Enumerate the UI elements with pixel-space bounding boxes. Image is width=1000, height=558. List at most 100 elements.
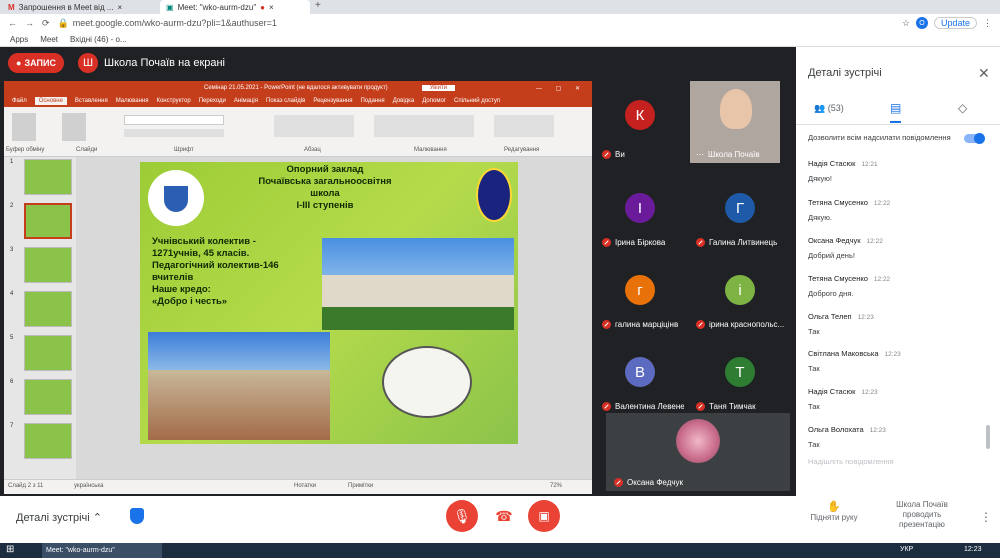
recording-button[interactable]: ● ЗАПИС [8,53,64,73]
browser-tab-invitation[interactable]: M Запрошення в Meet від ... × [2,0,157,14]
paste-icon[interactable] [12,113,36,141]
tab-people[interactable]: 👥 (53) [814,103,844,114]
slide-body-line: вчителів [152,272,194,283]
message-time: 12:23 [861,389,878,396]
chat-message: Світлана Маковська 12:23 Так [808,343,978,373]
participant-tile[interactable]: В Валентина Левене... [596,343,684,415]
star-icon[interactable]: ☆ [902,18,910,29]
update-button[interactable]: Update [933,17,977,29]
participant-tile-self[interactable]: К Ви [596,81,684,163]
comments-button[interactable]: Примітки [348,483,373,489]
ribbon-tab-view[interactable]: Подання [360,98,384,104]
ribbon-tab-share[interactable]: Спільний доступ [454,98,500,104]
close-icon[interactable]: × [118,3,123,12]
camera-toggle-button[interactable]: ▣ [528,500,560,532]
meeting-details-label: Деталі зустрічі [16,512,90,524]
ribbon-tab-insert[interactable]: Вставлення [75,98,108,104]
shield-icon[interactable] [130,508,144,524]
slide-thumbnail[interactable] [24,291,72,327]
drawing-shapes[interactable] [374,115,474,137]
bookmark-meet[interactable]: Meet [40,35,58,44]
school-emblem-image [148,170,204,226]
mic-toggle-button[interactable]: 🎙 [446,500,478,532]
mic-off-icon [602,238,611,247]
participant-tile[interactable]: г галина марціцінв [596,261,684,333]
allow-messages-toggle[interactable] [964,133,985,144]
editing-buttons[interactable] [494,115,554,137]
url-field[interactable]: meet.google.com/wko-aurm-dzu?pli=1&authu… [73,18,277,28]
participant-tile-video[interactable]: Оксана Федчук [606,413,790,491]
participant-name-row: Ірина Біркова [602,238,665,247]
ribbon-tab-transitions[interactable]: Переходи [199,98,226,104]
ribbon-tab-animations[interactable]: Анімація [234,98,258,104]
ribbon-tab-home[interactable]: Основне [34,97,67,105]
current-slide[interactable]: Опорний заклад Почаївська загальноосвітн… [140,162,518,444]
school-building-photo [322,238,514,330]
chat-scrollbar[interactable] [986,425,990,449]
more-vert-icon[interactable]: ⋮ [983,18,992,29]
start-icon[interactable]: ⊞ [6,544,14,555]
mic-off-icon [602,150,611,159]
zoom-level[interactable]: 72% [550,483,562,489]
participant-tile[interactable]: Т Таня Тимчак [690,343,790,415]
close-icon[interactable]: ✕ [978,65,990,82]
ribbon-tab-help[interactable]: Довідка [393,98,415,104]
meeting-details-button[interactable]: Деталі зустрічі ⌃ [16,511,102,524]
close-icon[interactable]: × [269,3,274,12]
message-author: Надія Стасюк [808,159,856,168]
new-tab-button[interactable]: + [315,0,321,11]
new-slide-icon[interactable] [62,113,86,141]
raise-hand-button[interactable]: ✋ Підняти руку [810,500,858,522]
more-icon[interactable]: ⋯ [696,150,704,159]
leave-call-button[interactable]: ☎ [494,506,514,526]
back-icon[interactable]: ← [8,18,17,28]
paragraph-buttons[interactable] [274,115,354,137]
bookmark-inbox[interactable]: Вхідні (46) - o... [70,35,127,44]
keyboard-language[interactable]: УКР [900,546,913,553]
bookmark-apps[interactable]: Apps [10,35,28,44]
chat-icon[interactable]: ▤ [890,101,902,123]
font-format-buttons[interactable] [124,129,224,137]
system-clock[interactable]: 12:23 [964,546,982,553]
participant-video [720,89,752,129]
ribbon-tab-tellme[interactable]: Допомог [422,98,446,104]
lock-icon[interactable]: 🔒 [58,18,69,29]
group-clipboard: Буфер обміну [6,147,45,153]
reload-icon[interactable]: ⟳ [42,18,50,29]
chat-input[interactable]: Надішліть повідомлення [808,457,894,466]
participant-tile[interactable]: Г Галина Литвинець [690,179,790,251]
participant-name-row: Валентина Левене... [602,402,684,411]
participant-tile[interactable]: І Ірина Біркова [596,179,684,251]
slide-thumbnail[interactable] [24,159,72,195]
ppt-signin-button[interactable]: Увійти [421,85,456,91]
profile-avatar[interactable]: O [915,17,928,29]
slide-thumbnail-selected[interactable] [24,203,72,239]
ribbon-tab-file[interactable]: Файл [12,98,27,104]
more-options-icon[interactable]: ⋮ [980,510,992,524]
participant-tile[interactable]: і ірина краснопольс... [690,261,790,333]
ribbon-tab-slideshow[interactable]: Показ слайдів [266,98,305,104]
slide-thumbnail[interactable] [24,379,72,415]
participant-tile-school[interactable]: ⋯ Школа Почаїв [690,81,780,163]
forward-icon[interactable]: → [25,18,34,28]
slide-thumbnail[interactable] [24,335,72,371]
notes-button[interactable]: Нотатки [294,483,316,489]
chat-message: Надія Стасюк 12:21 Дякую! [808,153,978,183]
os-taskbar: ⊞ Meet: "wko-aurm-dzu" УКР 12:23 [0,543,1000,558]
window-controls-icon[interactable]: — ▢ ✕ [536,85,586,92]
browser-tab-meet[interactable]: ▣ Meet: "wko-aurm-dzu" ● × [160,0,310,14]
slide-body-line: «Добро і честь» [152,296,228,307]
slide-thumbnail[interactable] [24,423,72,459]
activities-icon[interactable]: ◇ [958,101,967,115]
slide-thumbnails: 1 2 3 4 5 6 7 [4,157,76,479]
presenting-button[interactable]: Школа Почаїв проводить презентацію [882,500,962,530]
school-crest-image [476,168,512,222]
taskbar-app-chrome[interactable]: Meet: "wko-aurm-dzu" [42,543,162,558]
font-family-select[interactable] [124,115,224,125]
slide-thumbnail[interactable] [24,247,72,283]
slide-title: Опорний заклад Почаївська загальноосвітн… [250,164,400,212]
ribbon-tab-design[interactable]: Конструктор [156,98,190,104]
ribbon-tab-review[interactable]: Рецензування [313,98,352,104]
ribbon-tab-draw[interactable]: Малювання [116,98,149,104]
raise-hand-label: Підняти руку [810,513,858,522]
